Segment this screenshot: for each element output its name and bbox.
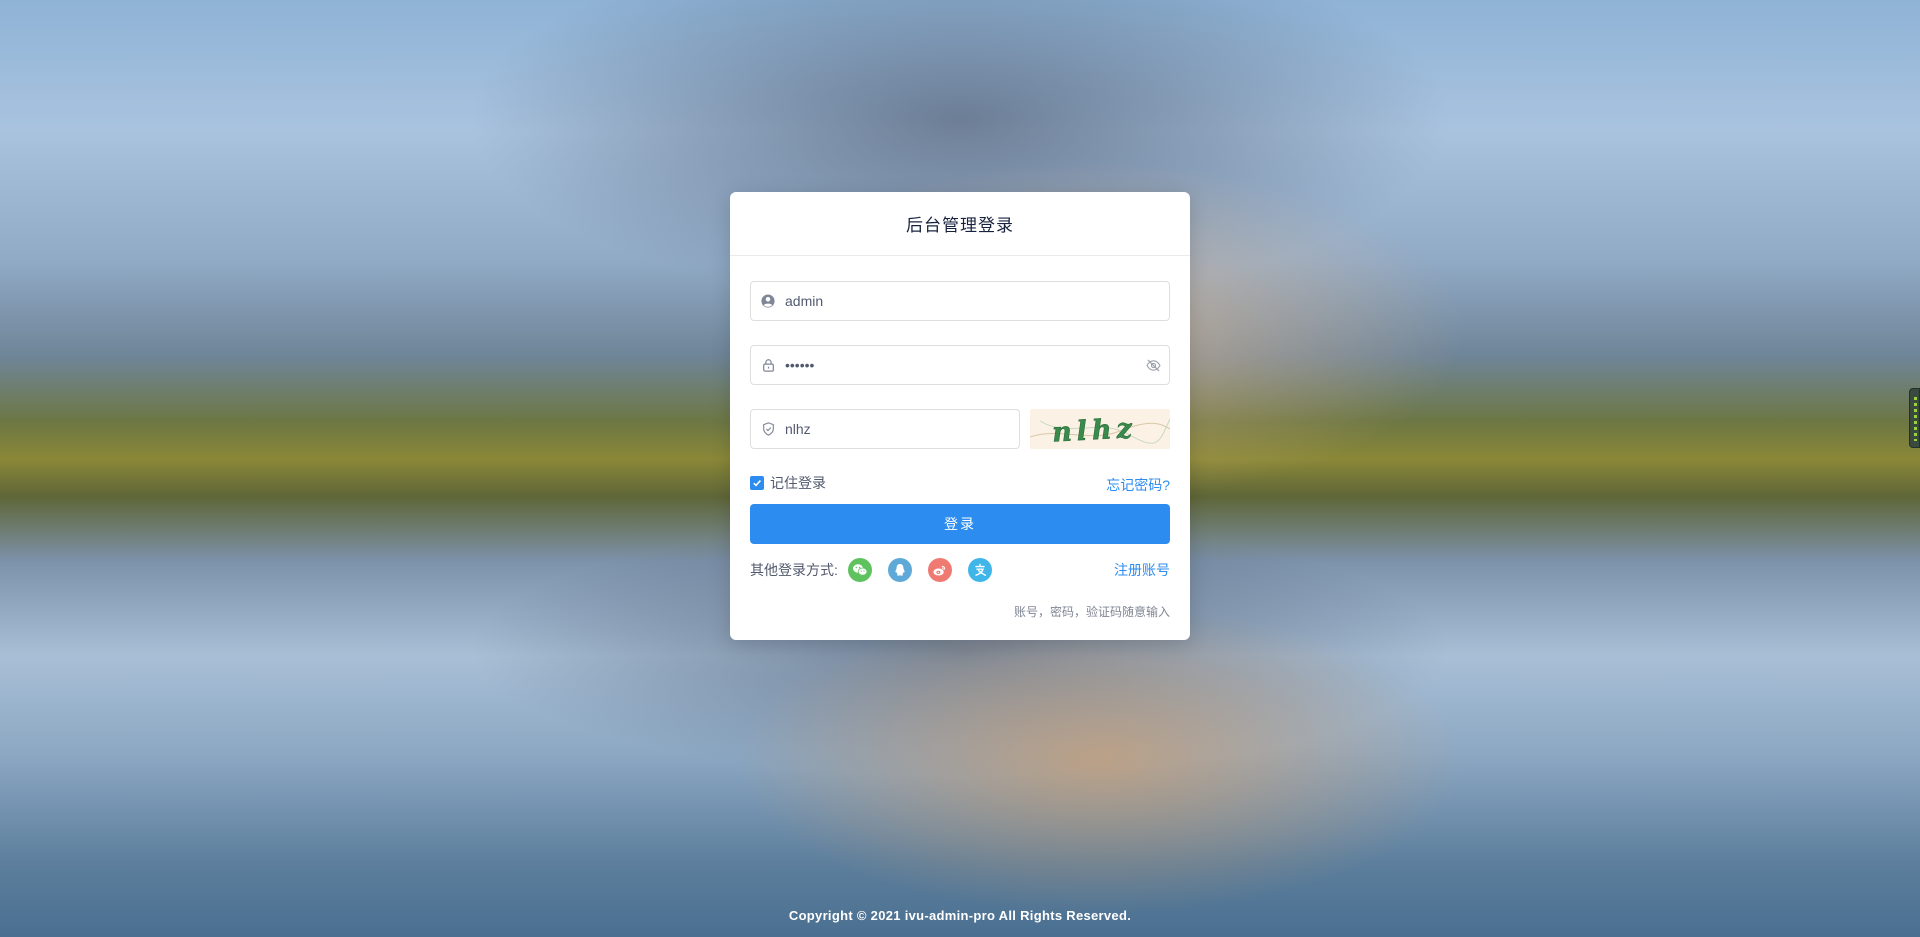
checkbox-checked-icon[interactable] — [750, 476, 764, 490]
captcha-image[interactable]: nlhz — [1030, 409, 1170, 449]
captcha-input[interactable] — [785, 410, 1019, 448]
alipay-icon[interactable] — [967, 558, 992, 582]
qq-icon[interactable] — [887, 558, 912, 582]
shield-check-icon — [751, 422, 785, 436]
captcha-text: nlhz — [1051, 413, 1137, 448]
login-button[interactable]: 登录 — [750, 504, 1170, 544]
other-login-label: 其他登录方式: — [750, 562, 838, 578]
eye-off-icon[interactable] — [1137, 359, 1169, 372]
register-link[interactable]: 注册账号 — [1114, 560, 1170, 580]
user-icon — [751, 294, 785, 308]
remember-checkbox[interactable]: 记住登录 — [750, 473, 826, 493]
captcha-field[interactable] — [750, 409, 1020, 449]
password-field[interactable] — [750, 345, 1170, 385]
wechat-icon[interactable] — [847, 558, 872, 582]
username-input[interactable] — [785, 282, 1169, 320]
login-card: 后台管理登录 nlhz 记住登录 忘记密码? — [730, 192, 1190, 640]
footer-copyright: Copyright © 2021 ivu-admin-pro All Right… — [788, 908, 1132, 923]
login-card-header: 后台管理登录 — [730, 192, 1190, 256]
weibo-icon[interactable] — [927, 558, 952, 582]
lock-icon — [751, 358, 785, 372]
login-hint: 账号，密码，验证码随意输入 — [1013, 605, 1170, 619]
forgot-password-link[interactable]: 忘记密码? — [1106, 475, 1170, 495]
username-field[interactable] — [750, 281, 1170, 321]
password-input[interactable] — [785, 346, 1137, 384]
login-title: 后台管理登录 — [906, 216, 1014, 235]
remember-label: 记住登录 — [770, 475, 826, 491]
other-login-row: 其他登录方式: 注册账号 — [750, 558, 1170, 582]
side-widget-tab[interactable] — [1909, 388, 1920, 448]
